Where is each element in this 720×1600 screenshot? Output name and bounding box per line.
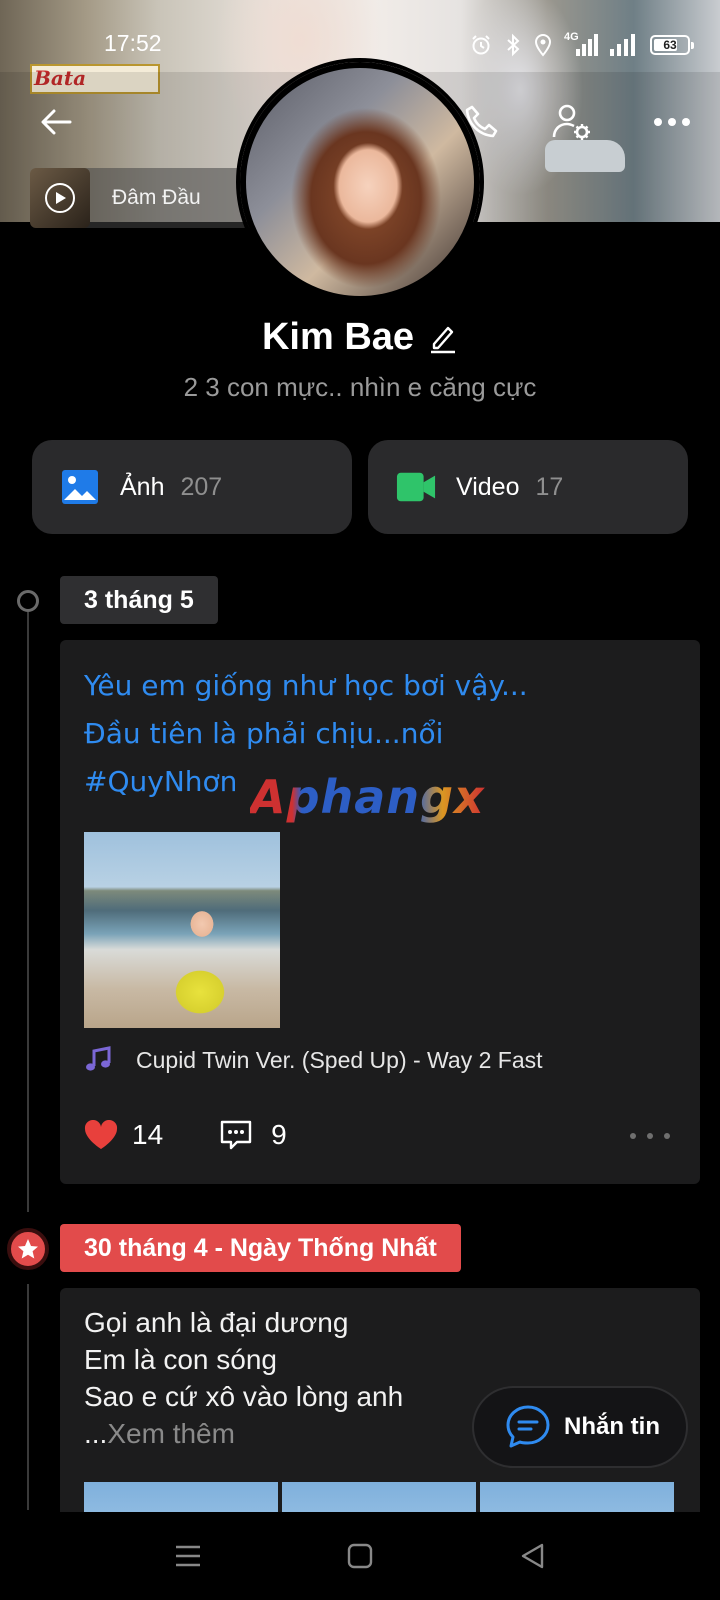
- post-song-title: Cupid Twin Ver. (Sped Up) - Way 2 Fast: [136, 1046, 543, 1073]
- image-icon: [60, 467, 100, 507]
- watermark: Aphangx: [250, 770, 485, 824]
- video-camera-icon: [396, 467, 436, 507]
- music-note-icon: [86, 1046, 111, 1071]
- see-more-link[interactable]: Xem thêm: [107, 1418, 235, 1449]
- system-back-button[interactable]: [510, 1534, 554, 1578]
- profile-name-row: Kim Bae: [0, 316, 720, 359]
- status-time: 17:52: [104, 30, 162, 56]
- music-thumbnail: [30, 168, 90, 228]
- post-caption-line: Gọi anh là đại dương: [84, 1307, 349, 1338]
- heart-icon: [84, 1120, 118, 1149]
- videos-button[interactable]: Video 17: [368, 440, 688, 534]
- avatar[interactable]: [240, 62, 480, 302]
- profile-settings-button[interactable]: [546, 96, 598, 148]
- battery-icon: 63: [650, 35, 694, 55]
- triangle-back-icon: [521, 1543, 544, 1569]
- back-button[interactable]: [30, 96, 82, 148]
- videos-label: Video: [456, 472, 520, 501]
- battery-level: 63: [663, 38, 677, 52]
- timeline-dot: [17, 590, 39, 612]
- home-button[interactable]: [338, 1534, 382, 1578]
- post-more-button[interactable]: [630, 1124, 670, 1148]
- signal-icon: [610, 34, 635, 56]
- play-icon: [45, 183, 75, 213]
- timeline-line-2: [27, 1284, 29, 1510]
- menu-icon: [176, 1545, 200, 1567]
- pencil-icon: [431, 326, 456, 353]
- ellipsis: ...: [84, 1418, 108, 1449]
- photos-label: Ảnh: [120, 472, 165, 501]
- alarm-icon: [472, 35, 490, 55]
- timeline-date-holiday: 30 tháng 4 - Ngày Thống Nhất: [60, 1224, 461, 1272]
- location-icon: [534, 34, 552, 57]
- post-music[interactable]: Cupid Twin Ver. (Sped Up) - Way 2 Fast: [84, 1046, 543, 1074]
- videos-count: 17: [535, 472, 564, 501]
- status-bar: 17:52 4G 63: [0, 28, 720, 62]
- photos-count: 207: [180, 472, 223, 501]
- post-caption-line: Đầu tiên là phải chịu...nổi: [84, 717, 444, 750]
- timeline-line: [27, 612, 29, 1212]
- music-title: Đâm Đầu: [112, 186, 201, 209]
- like-count: 14: [132, 1119, 164, 1150]
- user-gear-icon: [552, 104, 590, 140]
- chat-bubble-icon: [504, 1403, 552, 1451]
- post-caption-line: Sao e cứ xô vào lòng anh: [84, 1381, 404, 1412]
- post-caption-line: Em là con sóng: [84, 1344, 277, 1375]
- like-button[interactable]: [84, 1120, 118, 1150]
- recent-apps-button[interactable]: [166, 1534, 210, 1578]
- photos-button[interactable]: Ảnh 207: [32, 440, 352, 534]
- message-button[interactable]: Nhắn tin: [472, 1386, 688, 1468]
- timeline-date: 3 tháng 5: [60, 576, 218, 624]
- system-nav-bar: [0, 1512, 720, 1600]
- more-horizontal-icon: [654, 118, 690, 126]
- profile-bio: 2 3 con mực.. nhìn e căng cực: [183, 372, 537, 402]
- post-caption-line: Yêu em giống như học bơi vậy...: [84, 669, 528, 702]
- edit-name-button[interactable]: [428, 322, 458, 354]
- post-caption: Gọi anh là đại dương Em là con sóng Sao …: [84, 1304, 403, 1452]
- cellular-4g-icon: 4G: [564, 31, 598, 57]
- comment-icon: [220, 1120, 252, 1150]
- star-icon: [7, 1228, 49, 1270]
- post-reactions: 14 9: [84, 1118, 287, 1152]
- profile-name: Kim Bae: [261, 316, 415, 358]
- square-icon: [347, 1543, 373, 1569]
- message-button-label: Nhắn tin: [564, 1413, 660, 1440]
- bluetooth-icon: [507, 33, 520, 57]
- comment-button[interactable]: [219, 1118, 253, 1152]
- post-card[interactable]: Yêu em giống như học bơi vậy... Đầu tiên…: [60, 640, 700, 1184]
- comment-count: 9: [271, 1119, 287, 1150]
- post-photo[interactable]: [84, 832, 280, 1028]
- more-button[interactable]: [646, 96, 698, 148]
- status-icons: 4G 63: [470, 31, 694, 58]
- arrow-left-icon: [41, 109, 72, 135]
